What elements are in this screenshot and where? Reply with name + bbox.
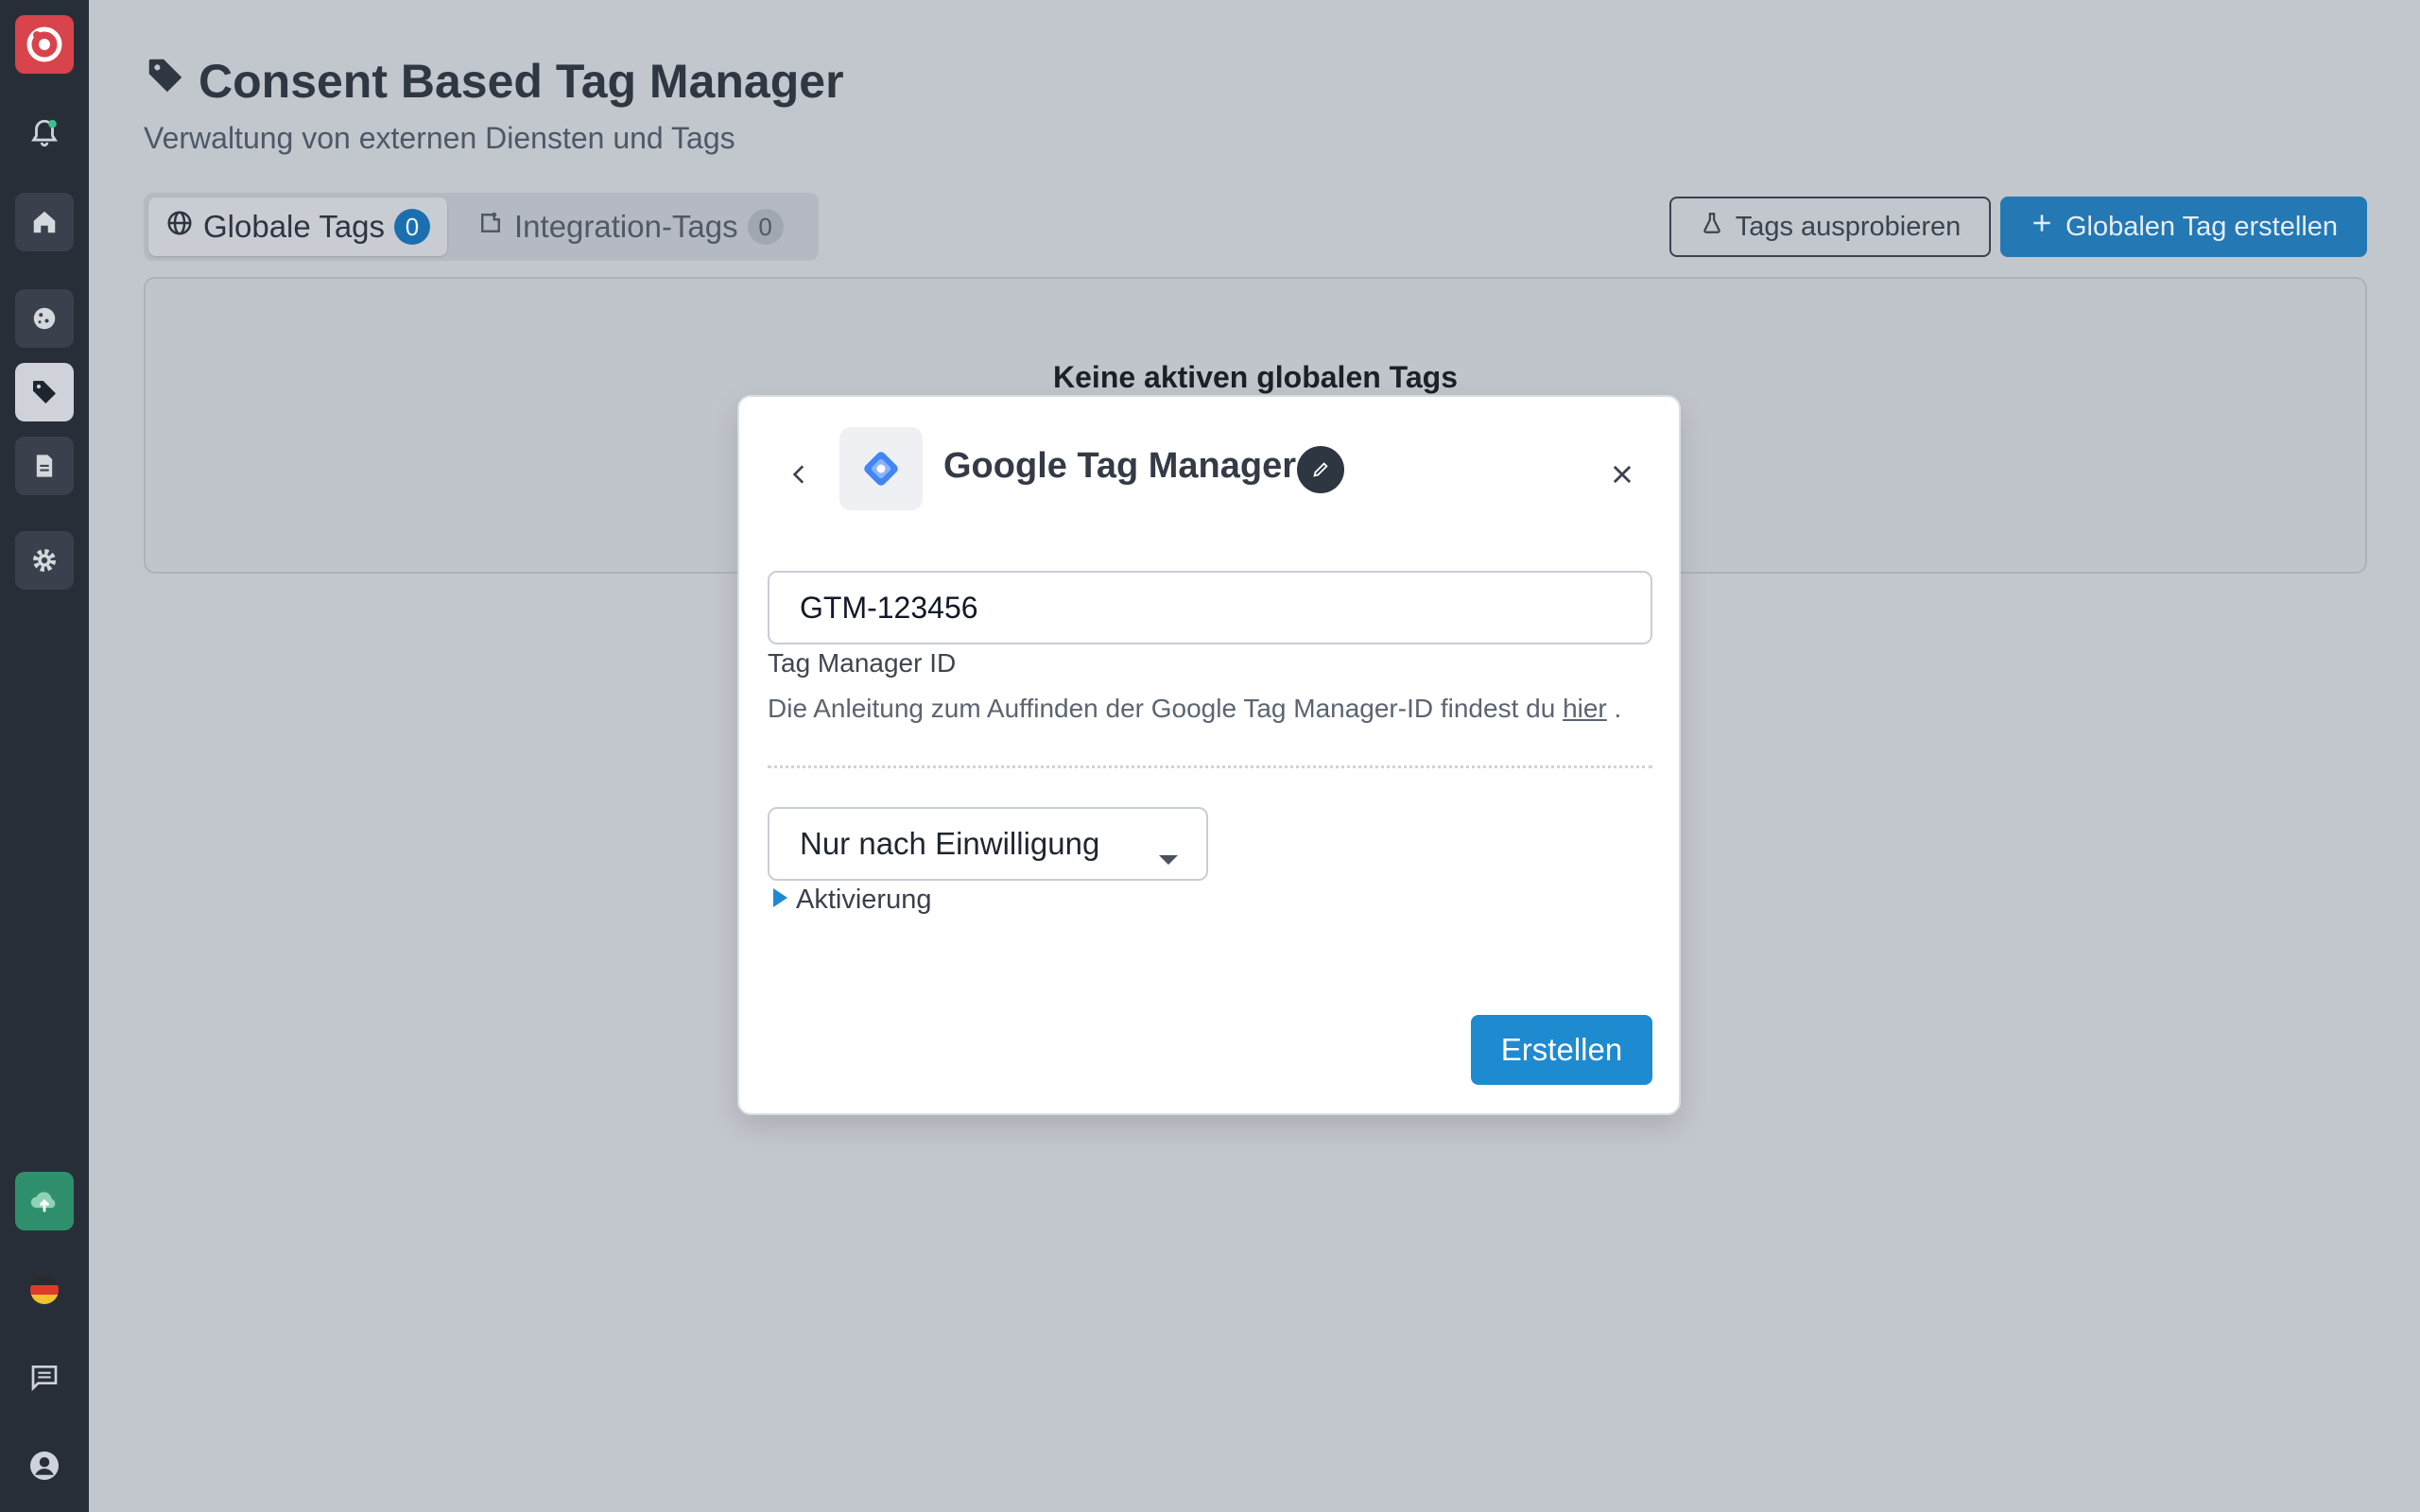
section-divider [768,765,1652,768]
caret-down-icon [1157,838,1180,874]
help-text: Die Anleitung zum Auffinden der Google T… [768,694,1556,723]
back-chevron-icon[interactable] [781,455,819,493]
try-tags-label: Tags ausprobieren [1735,211,1962,242]
page-title-text: Consent Based Tag Manager [199,55,844,108]
activation-label: Aktivierung [796,885,932,915]
flask-icon [1700,211,1724,243]
document-icon[interactable] [15,437,74,495]
help-link[interactable]: hier [1563,694,1607,723]
close-icon[interactable] [1601,454,1643,495]
tag-icon [144,54,187,109]
globe-icon [165,209,194,245]
home-icon[interactable] [15,193,74,251]
try-tags-button[interactable]: Tags ausprobieren [1669,197,1991,257]
create-global-tag-label: Globalen Tag erstellen [2065,211,2339,242]
integration-icon [476,209,505,245]
tab-integration-tags-label: Integration-Tags [514,209,738,244]
language-de-flag-icon[interactable] [15,1261,74,1319]
tab-integration-tags-count: 0 [747,209,784,245]
tags-icon[interactable] [15,363,74,421]
notification-bell-icon[interactable] [15,104,74,163]
tab-global-tags-label: Globale Tags [203,209,386,244]
tag-tabs: Globale Tags 0 Integration-Tags 0 [144,193,819,261]
tab-global-tags[interactable]: Globale Tags 0 [148,198,448,256]
account-icon[interactable] [15,1436,74,1495]
sidebar [0,0,89,1512]
edit-pencil-icon[interactable] [1297,446,1344,493]
google-tag-manager-logo-icon [839,427,923,510]
page-subtitle: Verwaltung von externen Diensten und Tag… [144,121,735,155]
cookie-icon[interactable] [15,289,74,348]
tab-integration-tags[interactable]: Integration-Tags 0 [459,198,801,256]
create-button[interactable]: Erstellen [1471,1015,1652,1085]
create-global-tag-button[interactable]: Globalen Tag erstellen [2000,197,2367,257]
chat-icon[interactable] [15,1348,74,1406]
tab-global-tags-count: 0 [394,209,431,245]
disclosure-triangle-icon [771,885,788,916]
settings-gear-icon[interactable] [15,531,74,590]
add-tag-modal: Google Tag Manager Tag Manager ID Die An… [737,395,1681,1115]
page-title: Consent Based Tag Manager [144,51,844,112]
upload-cloud-icon[interactable] [15,1172,74,1230]
activation-toggle[interactable]: Aktivierung [771,885,931,916]
empty-state-title: Keine aktiven globalen Tags [1053,360,1458,394]
modal-title: Google Tag Manager [943,446,1297,486]
consent-mode-select[interactable]: Nur nach Einwilligung [768,807,1208,881]
plus-icon [2030,211,2054,243]
consent-mode-value: Nur nach Einwilligung [800,826,1100,861]
help-text-suffix: . [1606,694,1622,723]
tag-manager-id-help: Die Anleitung zum Auffinden der Google T… [768,694,1621,724]
tag-manager-id-label: Tag Manager ID [768,648,957,678]
app-logo-icon[interactable] [15,15,74,74]
tag-manager-id-input[interactable] [768,571,1652,644]
